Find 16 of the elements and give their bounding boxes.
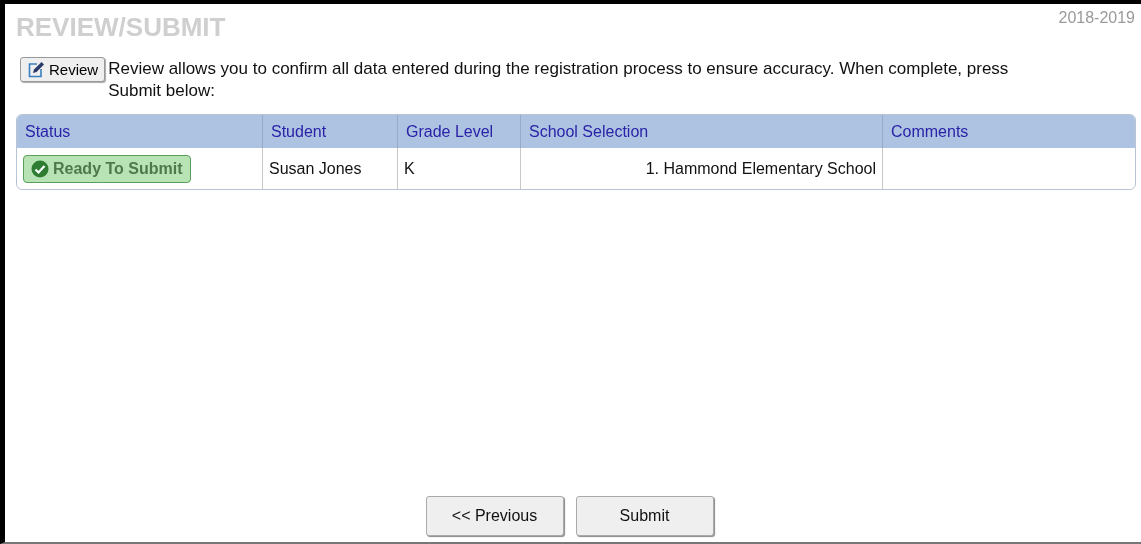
- edit-icon: [27, 61, 45, 78]
- review-button[interactable]: Review: [20, 57, 106, 82]
- nav-button[interactable]: Submit: [575, 496, 714, 536]
- column-header: Grade Level: [398, 115, 521, 148]
- table-cell: Susan Jones: [263, 148, 398, 189]
- column-header: Comments: [883, 115, 1135, 148]
- status-badge: Ready To Submit: [23, 154, 191, 183]
- table-cell: K: [398, 148, 521, 189]
- check-icon: [31, 159, 49, 178]
- column-header: Student: [263, 115, 398, 148]
- instructions-text: Review allows you to confirm all data entered during the registration process to ensure accuracy. When complete, press Submit below:: [108, 58, 1010, 102]
- column-header: Status: [17, 115, 263, 148]
- nav-button[interactable]: << Previous: [425, 496, 564, 536]
- column-header: School Selection: [521, 115, 883, 148]
- school-year: 2018-2019: [1058, 9, 1135, 27]
- table-cell: 1. Hammond Elementary School: [521, 148, 883, 189]
